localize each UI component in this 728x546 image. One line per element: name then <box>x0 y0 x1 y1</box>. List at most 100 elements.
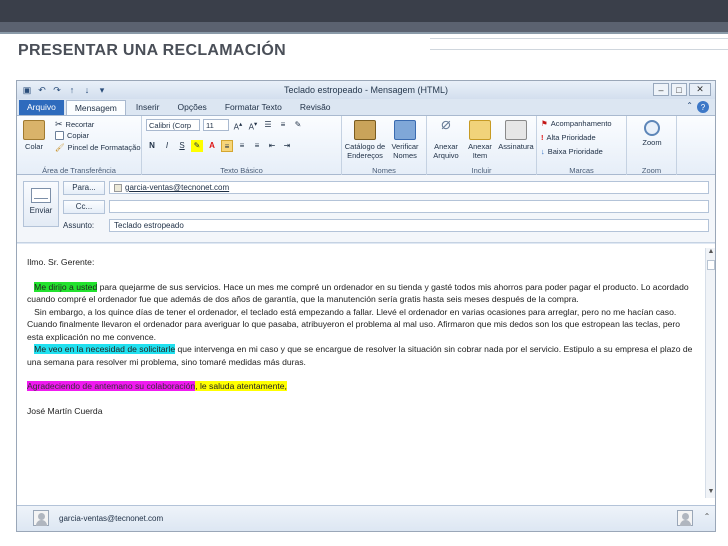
signature-button[interactable]: Assinatura <box>497 120 535 151</box>
highlight-icon[interactable]: ✎ <box>191 140 203 152</box>
font-color-icon[interactable]: A <box>206 140 218 152</box>
ribbon: Colar ✂ Recortar Copiar 🖌 Pincel de Form… <box>17 115 715 176</box>
group-include: ⌀ Anexar Arquivo Anexar Item Assinatura … <box>427 116 537 176</box>
tab-revisao[interactable]: Revisão <box>292 100 339 115</box>
envelope-icon <box>469 120 491 140</box>
slide-title: PRESENTAR UNA RECLAMACIÓN <box>18 42 286 59</box>
check-names-button[interactable]: Verificar Nomes <box>386 120 424 160</box>
title-bar: ▣ ↶ ↷ ↑ ↓ ▾ Teclado estropeado - Mensage… <box>17 81 715 99</box>
outlook-message-window: ▣ ↶ ↷ ↑ ↓ ▾ Teclado estropeado - Mensage… <box>16 80 716 532</box>
bold-button[interactable]: N <box>146 140 158 152</box>
group-label-tags: Marcas <box>569 166 594 175</box>
italic-button[interactable]: I <box>161 140 173 152</box>
minimize-ribbon-icon[interactable]: ⌃ <box>686 101 693 113</box>
zoom-button[interactable]: Zoom <box>633 120 671 147</box>
group-clipboard: Colar ✂ Recortar Copiar 🖌 Pincel de Form… <box>17 116 142 176</box>
follow-up-button[interactable]: ⚑ Acompanhamento <box>541 119 612 128</box>
brush-icon: 🖌 <box>55 143 65 152</box>
tab-formatar-texto[interactable]: Formatar Texto <box>217 100 290 115</box>
font-size-select[interactable]: 11 <box>203 119 229 131</box>
copy-button[interactable]: Copiar <box>55 131 89 140</box>
scissors-icon: ✂ <box>55 119 63 129</box>
bullets-icon[interactable]: ☰ <box>262 119 274 131</box>
align-left-icon[interactable]: ≡ <box>221 140 233 152</box>
to-field[interactable]: garcia-ventas@tecnonet.com <box>109 181 709 194</box>
highlight-green: Me dirijo a usted <box>34 281 98 292</box>
paste-button[interactable]: Colar <box>21 120 47 151</box>
send-button[interactable]: Enviar <box>23 181 59 227</box>
increase-indent-icon[interactable]: ⇥ <box>281 140 293 152</box>
message-text[interactable]: Ilmo. Sr. Gerente: Me dirijo a usted par… <box>27 256 695 417</box>
cut-button[interactable]: ✂ Recortar <box>55 119 94 130</box>
ruler-toggle-icon[interactable] <box>707 260 715 270</box>
paragraph-2: Sin embargo, a los quince días de tener … <box>27 306 681 342</box>
clipboard-icon <box>23 120 45 140</box>
font-name-select[interactable]: Calibri (Corp <box>146 119 200 131</box>
contact-avatar-icon[interactable] <box>33 510 49 526</box>
group-label-include: Incluir <box>471 166 492 175</box>
copy-icon <box>55 131 64 140</box>
slide-rule <box>430 38 728 50</box>
group-label-names: Nomes <box>372 166 396 175</box>
ribbon-tabs: Arquivo Mensagem Inserir Opções Formatar… <box>17 99 715 115</box>
decrease-indent-icon[interactable]: ⇤ <box>266 140 278 152</box>
group-label-basic-text: Texto Básico <box>220 166 263 175</box>
magnifier-icon <box>644 120 660 136</box>
paperclip-icon: ⌀ <box>441 116 451 133</box>
format-painter-button[interactable]: 🖌 Pincel de Formatação <box>55 143 140 152</box>
tab-opcoes[interactable]: Opções <box>170 100 215 115</box>
flag-icon: ⚑ <box>541 119 548 128</box>
contact-photo-icon[interactable] <box>677 510 693 526</box>
high-priority-button[interactable]: ! Alta Prioridade <box>541 133 596 142</box>
cc-field[interactable] <box>109 200 709 213</box>
paragraph-3: Me veo en la necesidad de solicitarle qu… <box>27 344 693 367</box>
to-button[interactable]: Para... <box>63 181 105 195</box>
message-header: Enviar Para... garcia-ventas@tecnonet.co… <box>17 175 715 243</box>
address-book-button[interactable]: Catálogo de Endereços <box>344 120 386 160</box>
signature-icon <box>505 120 527 140</box>
numbering-icon[interactable]: ≡ <box>277 119 289 131</box>
cc-button[interactable]: Cc... <box>63 200 105 214</box>
minimize-button[interactable]: – <box>653 83 669 96</box>
align-right-icon[interactable]: ≡ <box>251 140 263 152</box>
window-title: Teclado estropeado - Mensagem (HTML) <box>283 85 449 95</box>
underline-button[interactable]: S <box>176 140 188 152</box>
tab-mensagem[interactable]: Mensagem <box>65 100 126 115</box>
align-center-icon[interactable]: ≡ <box>236 140 248 152</box>
maximize-button[interactable]: □ <box>671 83 687 96</box>
slide: PRESENTAR UNA RECLAMACIÓN ▣ ↶ ↷ ↑ ↓ ▾ Te… <box>0 0 728 546</box>
group-names: Catálogo de Endereços Verificar Nomes No… <box>342 116 427 176</box>
group-basic-text: Calibri (Corp 11 A▴ A▾ ☰ ≡ ✎ N I S ✎ A ≡… <box>142 116 342 176</box>
greeting: Ilmo. Sr. Gerente: <box>27 257 95 267</box>
address-book-icon <box>354 120 376 140</box>
closing: Agradeciendo de antemano su colaboración… <box>27 380 695 393</box>
group-zoom: Zoom Zoom <box>627 116 677 176</box>
send-envelope-icon <box>31 188 51 203</box>
subject-label: Assunto: <box>63 221 95 230</box>
shrink-font-icon[interactable]: A▾ <box>247 119 259 132</box>
scroll-down-icon[interactable]: ▼ <box>706 488 715 498</box>
exclamation-icon: ! <box>541 133 544 142</box>
message-body[interactable]: Ilmo. Sr. Gerente: Me dirijo a usted par… <box>17 244 715 506</box>
people-pane-email: garcia-ventas@tecnonet.com <box>59 514 164 523</box>
expand-people-pane-icon[interactable]: ⌃ <box>701 512 713 524</box>
subject-field[interactable]: Teclado estropeado <box>109 219 709 232</box>
scroll-up-icon[interactable]: ▲ <box>706 248 715 258</box>
vertical-scrollbar[interactable]: ▲ ▼ <box>705 248 715 498</box>
ribbon-help: ⌃ ? <box>686 101 709 113</box>
attach-item-button[interactable]: Anexar Item <box>463 120 497 160</box>
clear-format-icon[interactable]: ✎ <box>292 119 304 131</box>
low-priority-button[interactable]: ↓ Baixa Prioridade <box>541 147 603 156</box>
grow-font-icon[interactable]: A▴ <box>232 119 244 132</box>
people-pane: garcia-ventas@tecnonet.com ⌃ <box>17 505 715 531</box>
signature: José Martín Cuerda <box>27 405 103 416</box>
attach-file-button[interactable]: ⌀ Anexar Arquivo <box>429 116 463 161</box>
tab-arquivo[interactable]: Arquivo <box>19 100 64 115</box>
contact-icon <box>114 183 122 192</box>
highlight-magenta: Agradeciendo de antemano su colaboración <box>27 381 196 391</box>
help-icon[interactable]: ? <box>697 101 709 113</box>
close-button[interactable]: ✕ <box>689 83 711 96</box>
group-tags: ⚑ Acompanhamento ! Alta Prioridade ↓ Bai… <box>537 116 627 176</box>
to-value: garcia-ventas@tecnonet.com <box>125 183 230 192</box>
tab-inserir[interactable]: Inserir <box>128 100 168 115</box>
